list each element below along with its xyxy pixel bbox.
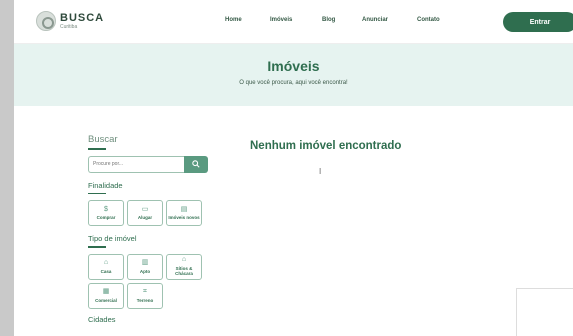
finalidade-options: $ Comprar ▭ Alugar ▤ Imóveis novos <box>88 200 218 226</box>
title-underline <box>88 148 106 150</box>
tipo-terreno[interactable]: ⌗ Terreno <box>127 282 163 309</box>
no-results-message: Nenhum imóvel encontrado <box>250 140 402 152</box>
page-title: Imóveis <box>267 58 320 74</box>
search-button[interactable] <box>184 155 208 173</box>
title-underline <box>88 246 106 248</box>
text-cursor-icon: I <box>319 167 322 176</box>
tipo-sitios-chacara[interactable]: ⌂ Sítios & Chácara <box>166 253 202 280</box>
search-title: Buscar <box>88 134 118 145</box>
floating-widget[interactable] <box>516 288 573 336</box>
land-icon: ⌗ <box>143 288 147 296</box>
login-button[interactable]: Entrar <box>503 12 573 32</box>
nav-imoveis[interactable]: Imóveis <box>270 17 292 23</box>
dollar-icon: $ <box>104 205 108 213</box>
logo-subtext: Curitiba <box>60 23 78 30</box>
search-icon <box>192 160 200 168</box>
tipo-options: ⌂ Casa ▥ Apto ⌂ Sítios & Chácara ▦ Comer… <box>88 253 218 309</box>
tipo-title: Tipo de imóvel <box>88 234 137 243</box>
logo-text: BUSCA <box>60 11 105 24</box>
search-box <box>88 155 208 173</box>
page-subtitle: O que você procura, aqui você encontra! <box>239 80 348 86</box>
house-icon: ⌂ <box>103 259 109 267</box>
nav-home[interactable]: Home <box>225 17 242 23</box>
title-underline <box>88 192 106 194</box>
hero-banner: Imóveis O que você procura, aqui você en… <box>14 44 573 106</box>
nav-contato[interactable]: Contato <box>417 17 440 23</box>
finalidade-comprar[interactable]: $ Comprar <box>88 200 124 226</box>
filter-sidebar: Buscar Finalidade $ Comprar ▭ Alugar <box>88 134 238 324</box>
apartment-icon: ▥ <box>141 259 149 267</box>
cidades-title: Cidades <box>88 314 116 324</box>
calendar-icon: ▭ <box>141 205 149 213</box>
tipo-apto[interactable]: ▥ Apto <box>127 253 163 280</box>
tipo-casa[interactable]: ⌂ Casa <box>88 253 124 280</box>
header: BUSCA Curitiba Home Imóveis Blog Anuncia… <box>14 0 573 44</box>
building-icon: ▤ <box>180 205 188 213</box>
nav-anunciar[interactable]: Anunciar <box>362 17 388 23</box>
nav-blog[interactable]: Blog <box>322 17 335 23</box>
logo[interactable]: BUSCA Curitiba <box>36 11 104 31</box>
page: BUSCA Curitiba Home Imóveis Blog Anuncia… <box>14 0 573 336</box>
logo-icon <box>36 11 56 31</box>
search-input[interactable] <box>88 155 184 173</box>
finalidade-title: Finalidade <box>88 180 123 190</box>
finalidade-alugar[interactable]: ▭ Alugar <box>127 200 163 226</box>
finalidade-imoveis-novos[interactable]: ▤ Imóveis novos <box>166 200 202 226</box>
farm-icon: ⌂ <box>181 256 187 264</box>
store-icon: ▦ <box>102 288 110 296</box>
tipo-comercial[interactable]: ▦ Comercial <box>88 282 124 309</box>
